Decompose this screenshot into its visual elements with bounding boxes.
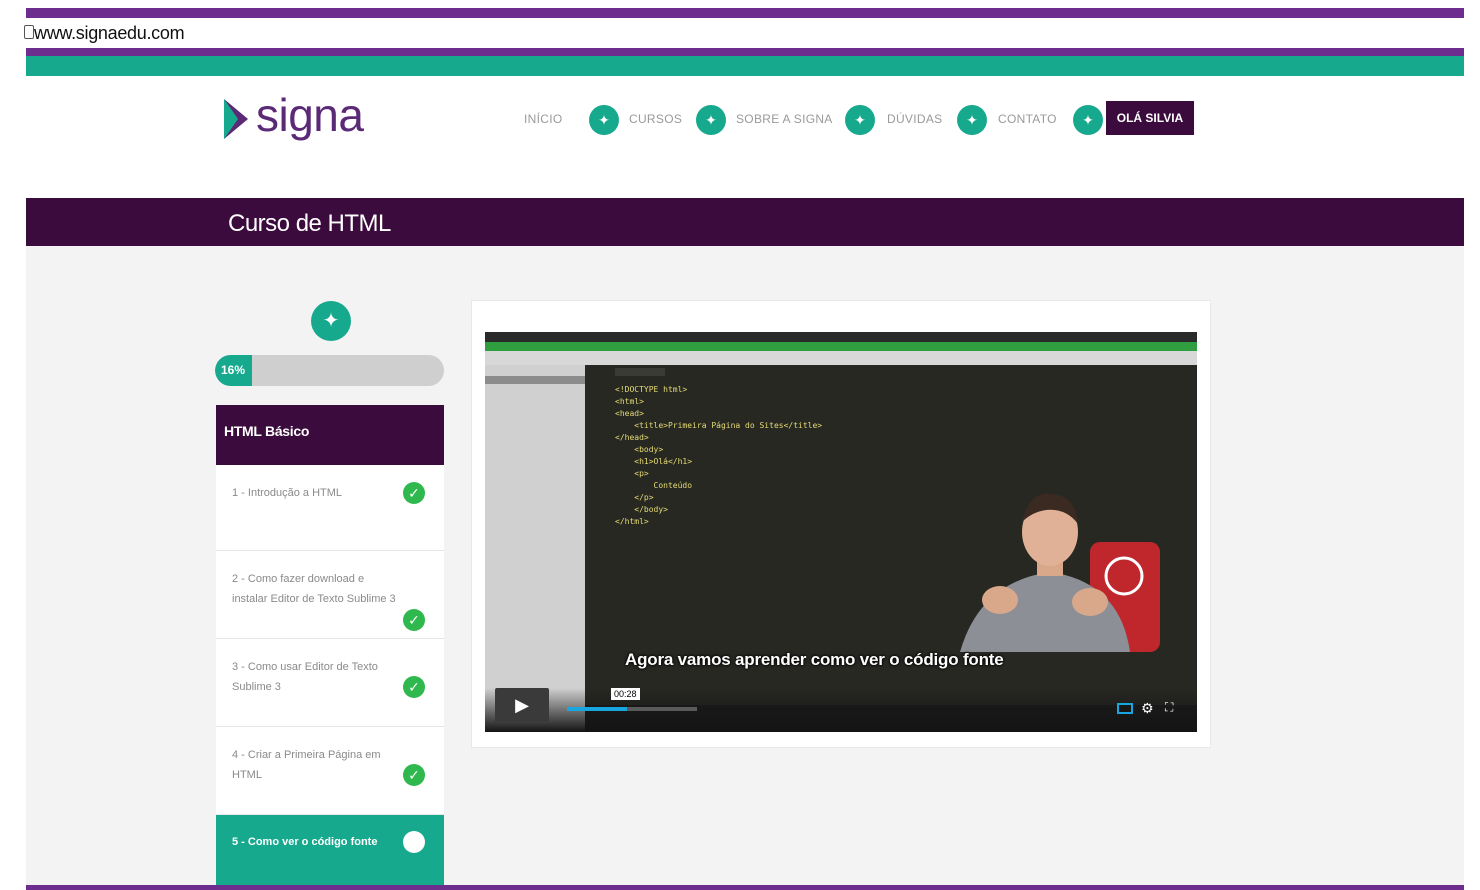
nav-inicio[interactable]: INÍCIO: [524, 112, 562, 126]
lesson-label: 2 - Como fazer download e instalar Edito…: [232, 573, 396, 605]
check-icon: ✓: [403, 482, 425, 504]
nav-separator-icon: ✦: [589, 105, 619, 135]
logo-text[interactable]: signa: [256, 88, 364, 142]
browser-bottom-bar: [26, 48, 1464, 56]
nav-separator-icon: ✦: [845, 105, 875, 135]
video-code-text: <!DOCTYPE html> <html> <head> <title>Pri…: [615, 385, 823, 526]
video-window-greenbar: [485, 342, 1197, 351]
video-editor-sidebar-selection: [485, 376, 585, 384]
lesson-item[interactable]: 2 - Como fazer download e instalar Edito…: [216, 551, 444, 639]
nav-separator-icon: ✦: [1073, 105, 1103, 135]
nav-duvidas[interactable]: DÚVIDAS: [887, 112, 942, 126]
seek-bar-progress: [567, 707, 627, 711]
video-time: 00:28: [611, 688, 640, 700]
module-title: HTML Básico: [224, 423, 310, 439]
video-editor-tab: [615, 368, 665, 376]
user-menu-button[interactable]: OLÁ SILVIA: [1106, 101, 1194, 135]
page-icon: [24, 25, 34, 39]
check-icon: ✓: [403, 676, 425, 698]
fullscreen-icon[interactable]: ⛶: [1165, 700, 1173, 715]
video-editor-sidebar: [485, 365, 585, 732]
lesson-item[interactable]: 3 - Como usar Editor de Texto Sublime 3 …: [216, 639, 444, 727]
nav-separator-icon: ✦: [696, 105, 726, 135]
url-text[interactable]: www.signaedu.com: [34, 23, 185, 44]
incomplete-circle-icon: [403, 831, 425, 853]
bottom-border: [26, 885, 1464, 890]
top-accent-strip: [26, 56, 1464, 76]
video-editor-menubar: [485, 351, 1197, 365]
lesson-label: 1 - Introdução a HTML: [232, 487, 343, 499]
address-bar[interactable]: [26, 18, 1464, 48]
browser-top-bar: [26, 8, 1464, 18]
nav-cursos[interactable]: CURSOS: [629, 112, 682, 126]
presenter-figure: [960, 493, 1160, 652]
nav-contato[interactable]: CONTATO: [998, 112, 1057, 126]
course-badge-icon: ✦: [311, 301, 351, 341]
lesson-item[interactable]: 4 - Criar a Primeira Página em HTML ✓: [216, 727, 444, 815]
lesson-label: 3 - Como usar Editor de Texto Sublime 3: [232, 661, 378, 693]
progress-label: 16%: [221, 363, 246, 377]
video-subtitle: Agora vamos aprender como ver o código f…: [625, 650, 1004, 669]
captions-icon[interactable]: [1117, 703, 1133, 714]
lesson-item[interactable]: 1 - Introdução a HTML ✓: [216, 465, 444, 551]
gear-icon[interactable]: ⚙: [1141, 700, 1154, 717]
course-title: Curso de HTML: [228, 210, 391, 237]
lesson-label: 4 - Criar a Primeira Página em HTML: [232, 749, 381, 781]
nav-sobre[interactable]: SOBRE A SIGNA: [736, 112, 833, 126]
check-icon: ✓: [403, 609, 425, 631]
video-player[interactable]: <!DOCTYPE html> <html> <head> <title>Pri…: [485, 332, 1197, 732]
play-button[interactable]: ▶: [495, 688, 549, 722]
check-icon: ✓: [403, 764, 425, 786]
progress-bar: 16%: [215, 355, 444, 386]
lesson-item-active[interactable]: 5 - Como ver o código fonte: [216, 815, 444, 885]
lesson-label: 5 - Como ver o código fonte: [232, 836, 378, 848]
video-window-titlebar: [485, 332, 1197, 342]
signa-logo-icon[interactable]: [220, 95, 252, 143]
nav-separator-icon: ✦: [957, 105, 987, 135]
